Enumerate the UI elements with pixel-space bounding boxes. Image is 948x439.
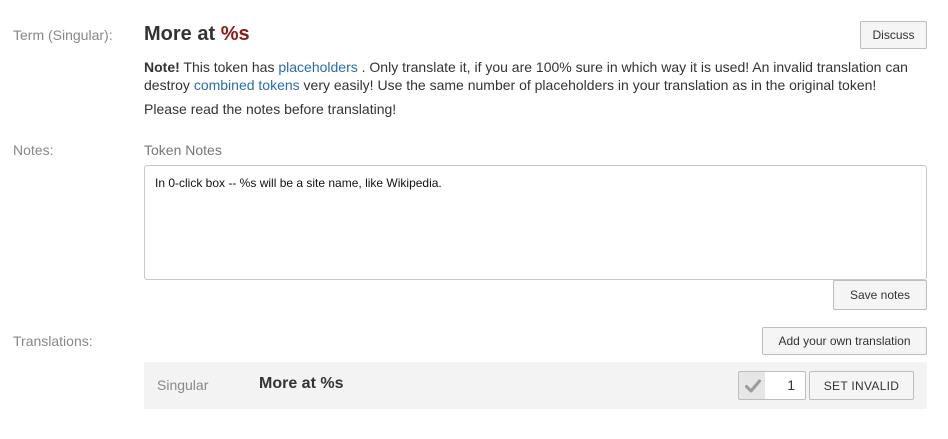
token-notes-textarea[interactable]: In 0-click box -- %s will be a site name…: [144, 165, 927, 280]
vote-count: 1: [765, 371, 806, 400]
save-notes-button[interactable]: Save notes: [833, 280, 927, 310]
term-label: Term (Singular):: [13, 27, 113, 43]
note-text-1: This token has: [179, 59, 279, 75]
term-title: More at %s: [144, 23, 250, 46]
note-text-3: very easily! Use the same number of plac…: [299, 77, 877, 93]
notes-label: Notes:: [13, 142, 54, 158]
translation-kind: Singular: [157, 377, 209, 393]
token-notes-heading: Token Notes: [144, 142, 222, 158]
set-invalid-button[interactable]: SET INVALID: [809, 371, 914, 400]
combined-tokens-link[interactable]: combined tokens: [194, 77, 300, 93]
term-title-placeholder: %s: [220, 23, 250, 45]
discuss-button[interactable]: Discuss: [860, 21, 927, 49]
translation-row: Singular More at %s 1 SET INVALID: [144, 362, 927, 409]
read-notes-text: Please read the notes before translating…: [144, 101, 397, 117]
note-strong: Note!: [144, 59, 180, 75]
term-title-text: More at: [144, 23, 221, 45]
vote-check-button[interactable]: [738, 371, 766, 400]
checkmark-icon: [745, 379, 761, 393]
translation-page: Term (Singular): More at %s Discuss Note…: [0, 0, 948, 439]
placeholder-warning: Note! This token has placeholders . Only…: [144, 58, 934, 94]
translations-label: Translations:: [13, 333, 93, 349]
placeholders-link[interactable]: placeholders: [278, 59, 357, 75]
add-translation-button[interactable]: Add your own translation: [762, 327, 927, 355]
translation-text: More at %s: [259, 375, 344, 392]
